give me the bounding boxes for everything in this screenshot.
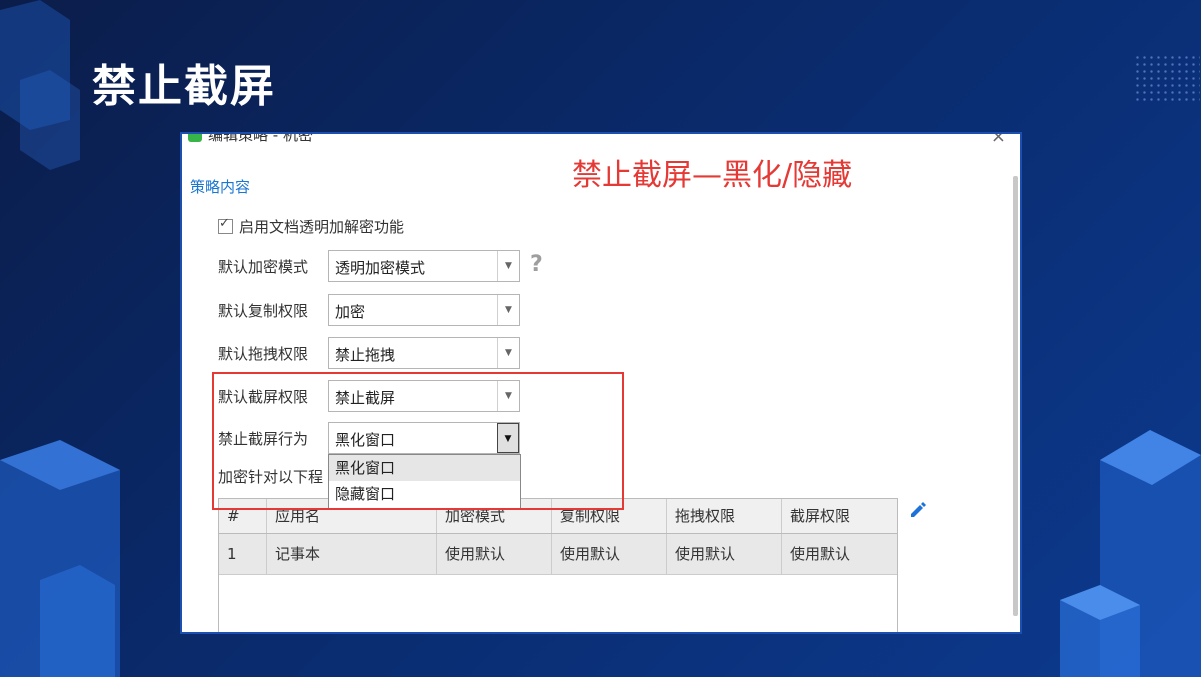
enable-encryption-checkbox-row[interactable]: 启用文档透明加解密功能 xyxy=(218,216,404,237)
col-copy-perm[interactable]: 复制权限 xyxy=(552,499,667,533)
copy-perm-select[interactable]: 加密 ▼ xyxy=(328,294,520,326)
app-icon xyxy=(188,134,202,142)
screenshot-perm-label: 默认截屏权限 xyxy=(218,388,309,406)
encrypt-mode-label: 默认加密模式 xyxy=(218,258,309,276)
window-title-text: 编辑策略 - 机密 xyxy=(208,132,313,144)
policy-editor-screenshot: 编辑策略 - 机密 × 禁止截屏—黑化/隐藏 策略内容 启用文档透明加解密功能 … xyxy=(180,132,1022,634)
dropdown-option-blacken[interactable]: 黑化窗口 xyxy=(329,455,520,481)
col-drag-perm[interactable]: 拖拽权限 xyxy=(667,499,782,533)
question-icon[interactable]: ? xyxy=(530,252,543,277)
col-index[interactable]: # xyxy=(219,499,267,533)
slide-title: 禁止截屏 xyxy=(92,61,276,112)
copy-perm-value: 加密 xyxy=(335,303,366,321)
screenshot-behavior-select[interactable]: 黑化窗口 ▼ xyxy=(328,422,520,454)
dropdown-option-hide[interactable]: 隐藏窗口 xyxy=(329,481,520,507)
enable-encryption-checkbox[interactable] xyxy=(218,216,233,234)
chevron-down-icon[interactable]: ▼ xyxy=(497,381,519,411)
col-screenshot-perm[interactable]: 截屏权限 xyxy=(782,499,897,533)
enable-encryption-label: 启用文档透明加解密功能 xyxy=(239,218,405,236)
close-icon[interactable]: × xyxy=(991,134,1006,147)
screenshot-perm-select[interactable]: 禁止截屏 ▼ xyxy=(328,380,520,412)
row-app-name: 记事本 xyxy=(267,534,437,574)
chevron-down-icon[interactable]: ▼ xyxy=(497,423,519,453)
screenshot-behavior-label: 禁止截屏行为 xyxy=(218,430,309,448)
apply-programs-label: 加密针对以下程 xyxy=(218,468,324,486)
section-title: 策略内容 xyxy=(190,178,251,196)
row-screenshot-perm: 使用默认 xyxy=(790,545,851,563)
window-title: 编辑策略 - 机密 xyxy=(188,132,313,145)
encrypt-mode-value: 透明加密模式 xyxy=(335,259,426,277)
chevron-down-icon[interactable]: ▼ xyxy=(497,295,519,325)
drag-perm-select[interactable]: 禁止拖拽 ▼ xyxy=(328,337,520,369)
decorative-dot-grid xyxy=(1134,54,1200,104)
screenshot-behavior-value: 黑化窗口 xyxy=(335,431,396,449)
program-table: # 应用名 加密模式 复制权限 拖拽权限 截屏权限 1 记事本 使用默认 使用默… xyxy=(218,498,898,632)
chevron-down-icon[interactable]: ▼ xyxy=(497,251,519,281)
screenshot-perm-value: 禁止截屏 xyxy=(335,389,396,407)
pencil-icon[interactable] xyxy=(908,500,928,520)
row-copy-perm: 使用默认 xyxy=(552,534,667,574)
row-encrypt-mode: 使用默认 xyxy=(437,534,552,574)
decorative-cubes-right xyxy=(1060,430,1201,677)
row-index: 1 xyxy=(219,534,267,574)
table-row[interactable]: 1 记事本 使用默认 使用默认 使用默认 使用默认 xyxy=(219,534,897,575)
copy-perm-label: 默认复制权限 xyxy=(218,302,309,320)
table-header: # 应用名 加密模式 复制权限 拖拽权限 截屏权限 xyxy=(219,499,897,534)
drag-perm-label: 默认拖拽权限 xyxy=(218,345,309,363)
screenshot-behavior-dropdown: 黑化窗口 隐藏窗口 xyxy=(328,454,521,510)
drag-perm-value: 禁止拖拽 xyxy=(335,346,396,364)
annotation-note: 禁止截屏—黑化/隐藏 xyxy=(572,158,853,193)
chevron-down-icon[interactable]: ▼ xyxy=(497,338,519,368)
row-drag-perm: 使用默认 xyxy=(667,534,782,574)
vertical-scrollbar[interactable] xyxy=(1013,176,1018,616)
encrypt-mode-select[interactable]: 透明加密模式 ▼ xyxy=(328,250,520,282)
